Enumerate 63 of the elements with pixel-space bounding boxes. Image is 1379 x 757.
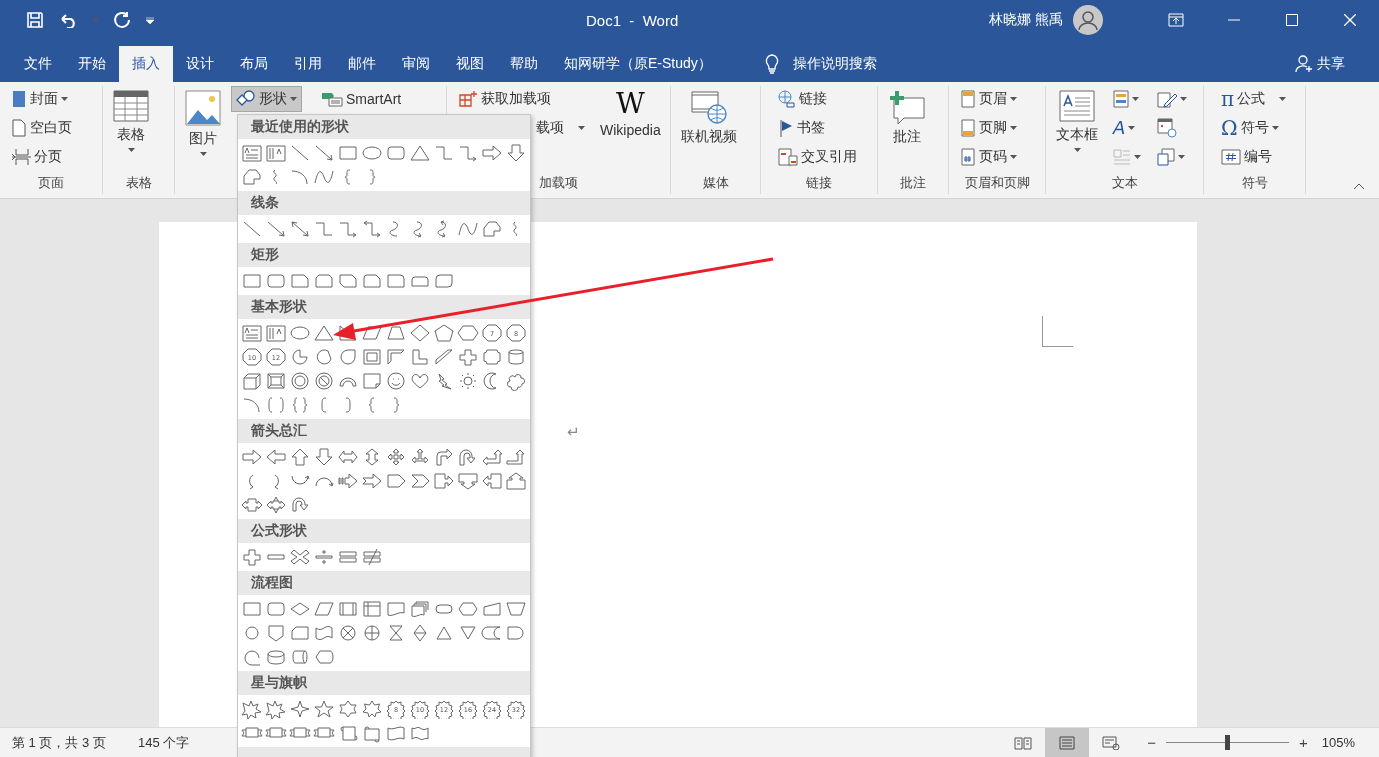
online-video-button[interactable]: 联机视频 [677, 86, 741, 174]
pictures-button[interactable]: 图片 [181, 86, 225, 194]
ribbon-tab[interactable]: 审阅 [389, 46, 443, 82]
group-label: 页面 [37, 174, 65, 192]
header-button[interactable]: 页眉 [955, 86, 1022, 112]
ribbon-tab[interactable]: 帮助 [497, 46, 551, 82]
wordart-button[interactable]: A [1108, 115, 1146, 141]
group-label: 文本 [1110, 174, 1139, 192]
ribbon-tab[interactable]: 开始 [65, 46, 119, 82]
ribbon-tab[interactable]: 邮件 [335, 46, 389, 82]
page-count[interactable]: 第 1 页，共 3 页 [12, 733, 106, 752]
numbering-button[interactable]: 编号 [1216, 144, 1292, 170]
window-title: Doc1 - Word [586, 11, 680, 29]
page-break-button[interactable]: 分页 [6, 144, 77, 170]
comment-button[interactable]: 批注 [884, 86, 930, 174]
cover-page-button[interactable]: 封面 [6, 86, 77, 112]
pi-icon: π [1221, 89, 1235, 109]
ribbon-tab[interactable]: 插入 [119, 46, 173, 82]
group-label: 媒体 [701, 174, 730, 192]
section-header: 基本形状 [238, 295, 530, 319]
section-header: 矩形 [238, 243, 530, 267]
group-label: 页眉和页脚 [963, 174, 1031, 192]
zoom-in-button[interactable]: + [1293, 734, 1314, 751]
section-header: 箭头总汇 [238, 419, 530, 443]
wikipedia-logo: W [615, 90, 645, 118]
footer-button[interactable]: 页脚 [955, 115, 1022, 141]
section-header: 公式形状 [238, 519, 530, 543]
my-addins-button[interactable]: 载项 [531, 115, 590, 141]
tell-me-search[interactable]: 操作说明搜索 [792, 55, 877, 73]
ribbon-tab[interactable]: 设计 [173, 46, 227, 82]
share-button[interactable]: 共享 [1289, 46, 1351, 82]
user-name: 林晓娜 熊禹 [989, 11, 1063, 29]
paragraph-mark: ↵ [567, 423, 580, 441]
zoom-percent[interactable]: 105% [1321, 735, 1355, 750]
wordart-icon: A [1113, 119, 1126, 137]
text-box-button[interactable]: 文本框 [1052, 86, 1102, 174]
get-addins-button[interactable]: 获取加载项 [453, 86, 590, 112]
section-header: 线条 [238, 191, 530, 215]
section-header: 星与旗帜 [238, 671, 530, 695]
ribbon-tab[interactable]: 文件 [11, 46, 65, 82]
group-label: 加载项 [538, 174, 579, 192]
section-header: 最近使用的形状 [238, 115, 530, 139]
ribbon-tab[interactable]: 引用 [281, 46, 335, 82]
ribbon-tab[interactable]: 视图 [443, 46, 497, 82]
group-label: 批注 [899, 174, 927, 192]
cross-reference-button[interactable]: 交叉引用 [773, 144, 862, 170]
shapes-button[interactable]: 形状 [231, 86, 302, 112]
ribbon-tab[interactable]: 知网研学（原E-Study） [551, 46, 725, 82]
wikipedia-button[interactable]: W Wikipedia [596, 86, 665, 174]
section-header: 流程图 [238, 571, 530, 595]
page-number-button[interactable]: 页码 [955, 144, 1022, 170]
ribbon-tab[interactable]: 布局 [227, 46, 281, 82]
table-button[interactable]: 表格 [109, 86, 153, 174]
link-button[interactable]: 链接 [773, 86, 862, 112]
word-count[interactable]: 145 个字 [137, 733, 190, 752]
group-label: 表格 [124, 174, 153, 192]
group-label: 链接 [805, 174, 833, 192]
blank-page-button[interactable]: 空白页 [6, 115, 77, 141]
zoom-out-button[interactable]: − [1141, 734, 1162, 751]
smartart-button[interactable]: SmartArt [316, 86, 407, 112]
bookmark-button[interactable]: 书签 [773, 115, 862, 141]
omega-icon: Ω [1221, 118, 1238, 138]
group-label: 符号 [1240, 174, 1269, 192]
